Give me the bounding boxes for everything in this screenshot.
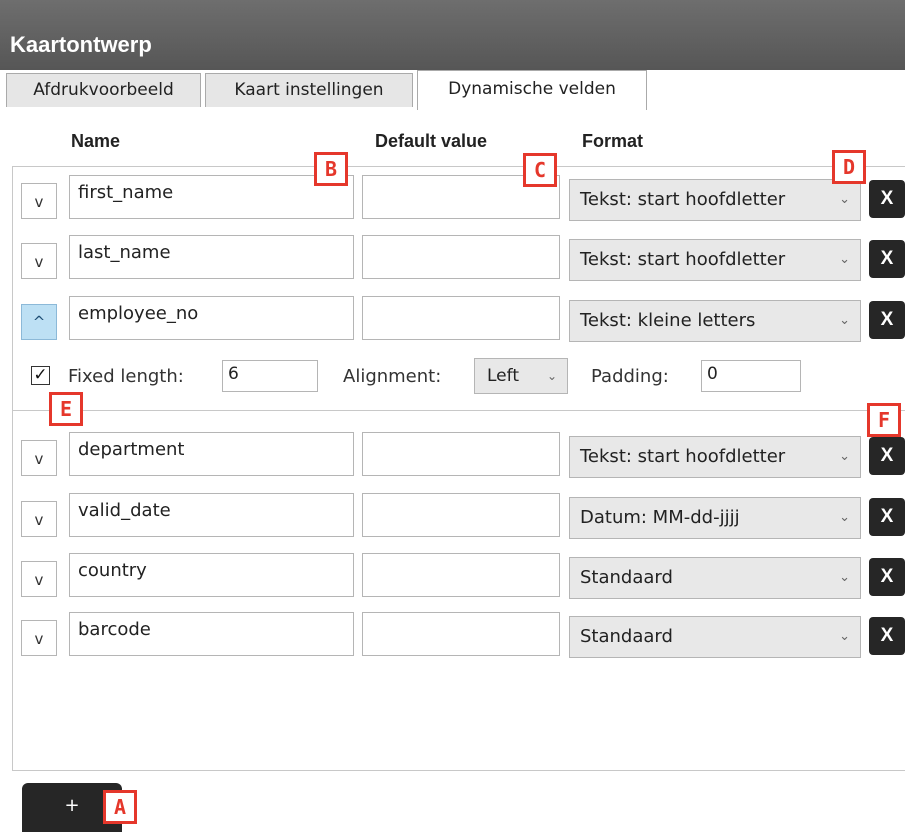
field-name-input[interactable]: department [69, 432, 354, 476]
chevron-down-icon: ⌄ [839, 570, 850, 585]
window-title: Kaartontwerp [10, 32, 152, 57]
field-row: v first_name Tekst: start hoofdletter ⌄ … [0, 175, 905, 221]
annotation-marker-f: F [867, 403, 901, 437]
expand-toggle-button[interactable]: v [21, 620, 57, 656]
expand-toggle-button[interactable]: v [21, 183, 57, 219]
format-select-value: Tekst: start hoofdletter [580, 446, 786, 467]
field-row: v valid_date Datum: MM-dd-jjjj ⌄ X [0, 493, 905, 539]
field-row: v department Tekst: start hoofdletter ⌄ … [0, 432, 905, 478]
padding-label: Padding: [591, 366, 669, 387]
format-select[interactable]: Tekst: kleine letters ⌄ [569, 300, 861, 342]
default-value-input[interactable] [362, 553, 560, 597]
format-select[interactable]: Datum: MM-dd-jjjj ⌄ [569, 497, 861, 539]
expand-toggle-button[interactable]: v [21, 440, 57, 476]
tab-dynamische-velden[interactable]: Dynamische velden [417, 70, 647, 110]
tab-afdrukvoorbeeld[interactable]: Afdrukvoorbeeld [6, 73, 201, 107]
format-select-value: Standaard [580, 567, 673, 588]
title-bar: Kaartontwerp [0, 0, 905, 70]
chevron-down-icon: ⌄ [839, 629, 850, 644]
default-value-input[interactable] [362, 296, 560, 340]
default-value-input[interactable] [362, 493, 560, 537]
alignment-label: Alignment: [343, 366, 442, 387]
expanded-options-divider [12, 410, 905, 411]
chevron-down-icon: ⌄ [839, 252, 850, 267]
field-name-input[interactable]: employee_no [69, 296, 354, 340]
format-select[interactable]: Standaard ⌄ [569, 616, 861, 658]
annotation-marker-c: C [523, 153, 557, 187]
fixed-length-checkbox[interactable]: ✓ [31, 366, 50, 385]
format-select[interactable]: Tekst: start hoofdletter ⌄ [569, 239, 861, 281]
chevron-down-icon: ⌄ [839, 449, 850, 464]
default-value-input[interactable] [362, 432, 560, 476]
default-value-input[interactable] [362, 612, 560, 656]
field-row: v barcode Standaard ⌄ X [0, 612, 905, 658]
padding-input[interactable]: 0 [701, 360, 801, 392]
field-name-input[interactable]: first_name [69, 175, 354, 219]
annotation-marker-e: E [49, 392, 83, 426]
column-header-default-value: Default value [375, 131, 488, 151]
format-select-value: Standaard [580, 626, 673, 647]
expanded-field-options: ✓ Fixed length: 6 Alignment: Left ⌄ Padd… [0, 358, 905, 398]
expand-toggle-button[interactable]: v [21, 561, 57, 597]
field-row: v last_name Tekst: start hoofdletter ⌄ X [0, 235, 905, 281]
field-name-input[interactable]: last_name [69, 235, 354, 279]
format-select-value: Tekst: start hoofdletter [580, 189, 786, 210]
column-header-name: Name [71, 131, 121, 151]
format-select[interactable]: Standaard ⌄ [569, 557, 861, 599]
field-name-input[interactable]: barcode [69, 612, 354, 656]
delete-field-button[interactable]: X [869, 558, 905, 596]
field-name-input[interactable]: country [69, 553, 354, 597]
alignment-select-value: Left [487, 366, 519, 386]
format-select-value: Tekst: kleine letters [580, 310, 756, 331]
field-row: v country Standaard ⌄ X [0, 553, 905, 599]
delete-field-button[interactable]: X [869, 240, 905, 278]
column-header-format: Format [582, 131, 644, 151]
annotation-marker-d: D [832, 150, 866, 184]
delete-field-button[interactable]: X [869, 301, 905, 339]
fixed-length-input[interactable]: 6 [222, 360, 318, 392]
expand-toggle-button[interactable]: v [21, 243, 57, 279]
field-row: ^ employee_no Tekst: kleine letters ⌄ X [0, 296, 905, 342]
format-select[interactable]: Tekst: start hoofdletter ⌄ [569, 179, 861, 221]
panel-bottom-border [12, 770, 905, 771]
default-value-input[interactable] [362, 235, 560, 279]
chevron-down-icon: ⌄ [546, 369, 557, 383]
chevron-down-icon: ⌄ [839, 192, 850, 207]
format-select-value: Tekst: start hoofdletter [580, 249, 786, 270]
annotation-marker-b: B [314, 152, 348, 186]
tab-kaart-instellingen[interactable]: Kaart instellingen [205, 73, 413, 107]
delete-field-button[interactable]: X [869, 617, 905, 655]
fixed-length-label: Fixed length: [68, 366, 184, 387]
delete-field-button[interactable]: X [869, 437, 905, 475]
format-select[interactable]: Tekst: start hoofdletter ⌄ [569, 436, 861, 478]
chevron-down-icon: ⌄ [839, 313, 850, 328]
annotation-marker-a: A [103, 790, 137, 824]
alignment-select[interactable]: Left ⌄ [474, 358, 568, 394]
panel-top-border [12, 166, 905, 167]
collapse-toggle-button[interactable]: ^ [21, 304, 57, 340]
field-name-input[interactable]: valid_date [69, 493, 354, 537]
format-select-value: Datum: MM-dd-jjjj [580, 507, 740, 528]
expand-toggle-button[interactable]: v [21, 501, 57, 537]
delete-field-button[interactable]: X [869, 498, 905, 536]
delete-field-button[interactable]: X [869, 180, 905, 218]
chevron-down-icon: ⌄ [839, 510, 850, 525]
